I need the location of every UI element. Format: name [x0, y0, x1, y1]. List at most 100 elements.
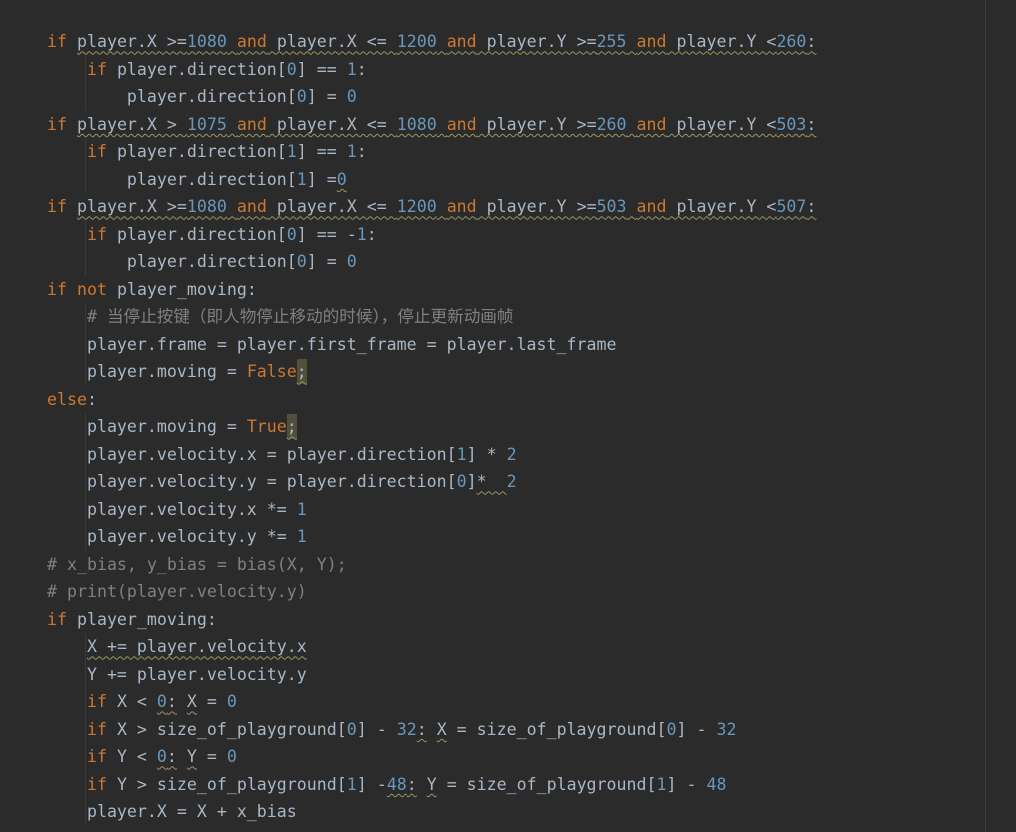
number-token[interactable]: 0: [227, 747, 237, 766]
code-line[interactable]: if player.X >=1080 and player.X <= 1200 …: [47, 28, 816, 56]
code-line[interactable]: if player.direction[0] == -1:: [47, 221, 816, 249]
number-token[interactable]: 1: [457, 445, 467, 464]
number-token[interactable]: 0: [287, 225, 297, 244]
number-token[interactable]: 0: [227, 692, 237, 711]
code-editor[interactable]: if player.X >=1080 and player.X <= 1200 …: [0, 0, 1016, 832]
code-line[interactable]: player.direction[0] = 0: [47, 83, 816, 111]
code-line[interactable]: # print(player.velocity.y): [47, 578, 816, 606]
weak-warning-token[interactable]: 503: [597, 197, 627, 216]
code-text[interactable]: [47, 60, 87, 79]
code-text[interactable]: ] == -: [297, 225, 357, 244]
weak-warning-token[interactable]: 503: [776, 115, 806, 134]
code-line[interactable]: else:: [47, 386, 816, 414]
number-token[interactable]: 1: [287, 142, 297, 161]
weak-warning-token[interactable]: X: [187, 692, 197, 711]
weak-warning-token[interactable]: player.X <=: [267, 115, 397, 134]
code-line[interactable]: if X > size_of_playground[0] - 32: X = s…: [47, 716, 816, 744]
code-text[interactable]: ] -: [357, 720, 397, 739]
code-text[interactable]: player.frame = player.first_frame = play…: [47, 335, 617, 354]
number-token[interactable]: 48: [706, 775, 726, 794]
code-line[interactable]: player.velocity.x = player.direction[1] …: [47, 441, 816, 469]
code-text[interactable]: :: [357, 60, 367, 79]
weak-warning-token[interactable]: and: [637, 197, 667, 216]
weak-warning-token[interactable]: player.Y >=: [477, 32, 597, 51]
keyword-token[interactable]: if: [47, 197, 67, 216]
code-text[interactable]: [47, 720, 87, 739]
number-token[interactable]: 0: [666, 720, 676, 739]
keyword-token[interactable]: not: [77, 280, 107, 299]
number-token[interactable]: 0: [297, 252, 307, 271]
code-line[interactable]: if X < 0: X = 0: [47, 688, 816, 716]
weak-warning-token[interactable]: [227, 32, 237, 51]
code-line[interactable]: if player_moving:: [47, 606, 816, 634]
code-text[interactable]: X > size_of_playground[: [107, 720, 347, 739]
weak-warning-token[interactable]: player.X <=: [267, 197, 397, 216]
code-text[interactable]: player_moving:: [67, 610, 217, 629]
weak-warning-token[interactable]: player.X >: [77, 115, 187, 134]
code-line[interactable]: player.velocity.y *= 1: [47, 523, 816, 551]
weak-warning-token[interactable]: Y: [187, 747, 197, 766]
weak-warning-token[interactable]: and: [637, 32, 667, 51]
weak-warning-token[interactable]: 1075: [187, 115, 227, 134]
code-line[interactable]: # 当停止按键（即人物停止移动的时候），停止更新动画帧: [47, 303, 816, 331]
keyword-token[interactable]: if: [87, 747, 107, 766]
code-text[interactable]: =: [197, 747, 227, 766]
number-token[interactable]: 0: [347, 87, 357, 106]
code-text[interactable]: [417, 775, 427, 794]
code-line[interactable]: player.X = X + x_bias: [47, 798, 816, 826]
number-token[interactable]: 2: [507, 472, 517, 491]
keyword-token[interactable]: if: [87, 225, 107, 244]
weak-warning-token[interactable]: 1080: [187, 197, 227, 216]
code-text[interactable]: [47, 637, 87, 656]
code-text[interactable]: [47, 775, 87, 794]
code-line[interactable]: if player.direction[1] == 1:: [47, 138, 816, 166]
number-token[interactable]: 1: [347, 775, 357, 794]
weak-warning-token[interactable]: :: [806, 197, 816, 216]
code-text[interactable]: =: [197, 692, 227, 711]
weak-warning-token[interactable]: and: [447, 115, 477, 134]
weak-warning-token[interactable]: Y: [427, 775, 437, 794]
weak-warning-token[interactable]: 1080: [187, 32, 227, 51]
code-text[interactable]: [47, 307, 87, 326]
code-text[interactable]: = size_of_playground[: [447, 720, 667, 739]
code-line[interactable]: player.direction[0] = 0: [47, 248, 816, 276]
weak-warning-token[interactable]: 0: [157, 692, 167, 711]
weak-warning-token[interactable]: 507: [776, 197, 806, 216]
keyword-token[interactable]: if: [87, 142, 107, 161]
code-text[interactable]: player.velocity.y *=: [47, 527, 297, 546]
code-text[interactable]: ] =: [307, 252, 347, 271]
code-text[interactable]: [47, 747, 87, 766]
comment-text[interactable]: # x_bias, y_bias = bias(X, Y);: [47, 555, 347, 574]
keyword-token[interactable]: if: [87, 775, 107, 794]
code-text[interactable]: [177, 747, 187, 766]
number-token[interactable]: 1: [297, 170, 307, 189]
code-text[interactable]: player.direction[: [47, 170, 297, 189]
weak-warning-token[interactable]: [627, 32, 637, 51]
weak-warning-token[interactable]: player.X >=: [77, 197, 187, 216]
number-token[interactable]: 2: [507, 445, 517, 464]
code-line[interactable]: player.frame = player.first_frame = play…: [47, 331, 816, 359]
comment-text[interactable]: # 当停止按键（即人物停止移动的时候），停止更新动画帧: [87, 307, 514, 326]
code-text[interactable]: [177, 692, 187, 711]
code-text[interactable]: player.velocity.x *=: [47, 500, 297, 519]
weak-warning-token[interactable]: [627, 197, 637, 216]
code-line[interactable]: player.direction[1] =0: [47, 166, 816, 194]
number-token[interactable]: 1: [347, 142, 357, 161]
keyword-token[interactable]: if: [87, 720, 107, 739]
code-text[interactable]: X <: [107, 692, 157, 711]
weak-warning-token[interactable]: and: [447, 32, 477, 51]
code-text[interactable]: player.moving =: [47, 417, 247, 436]
weak-warning-token[interactable]: 255: [597, 32, 627, 51]
code-line[interactable]: X += player.velocity.x: [47, 633, 816, 661]
weak-warning-token[interactable]: and: [237, 197, 267, 216]
keyword-token[interactable]: if: [87, 692, 107, 711]
weak-warning-token[interactable]: 0: [157, 747, 167, 766]
number-token[interactable]: 0: [347, 252, 357, 271]
code-text[interactable]: :: [87, 390, 97, 409]
code-text[interactable]: ] ==: [297, 142, 347, 161]
code-text[interactable]: :: [357, 142, 367, 161]
code-text[interactable]: player.direction[: [107, 225, 287, 244]
code-text[interactable]: [47, 142, 87, 161]
number-token[interactable]: 32: [716, 720, 736, 739]
code-line[interactable]: if player.X >=1080 and player.X <= 1200 …: [47, 193, 816, 221]
